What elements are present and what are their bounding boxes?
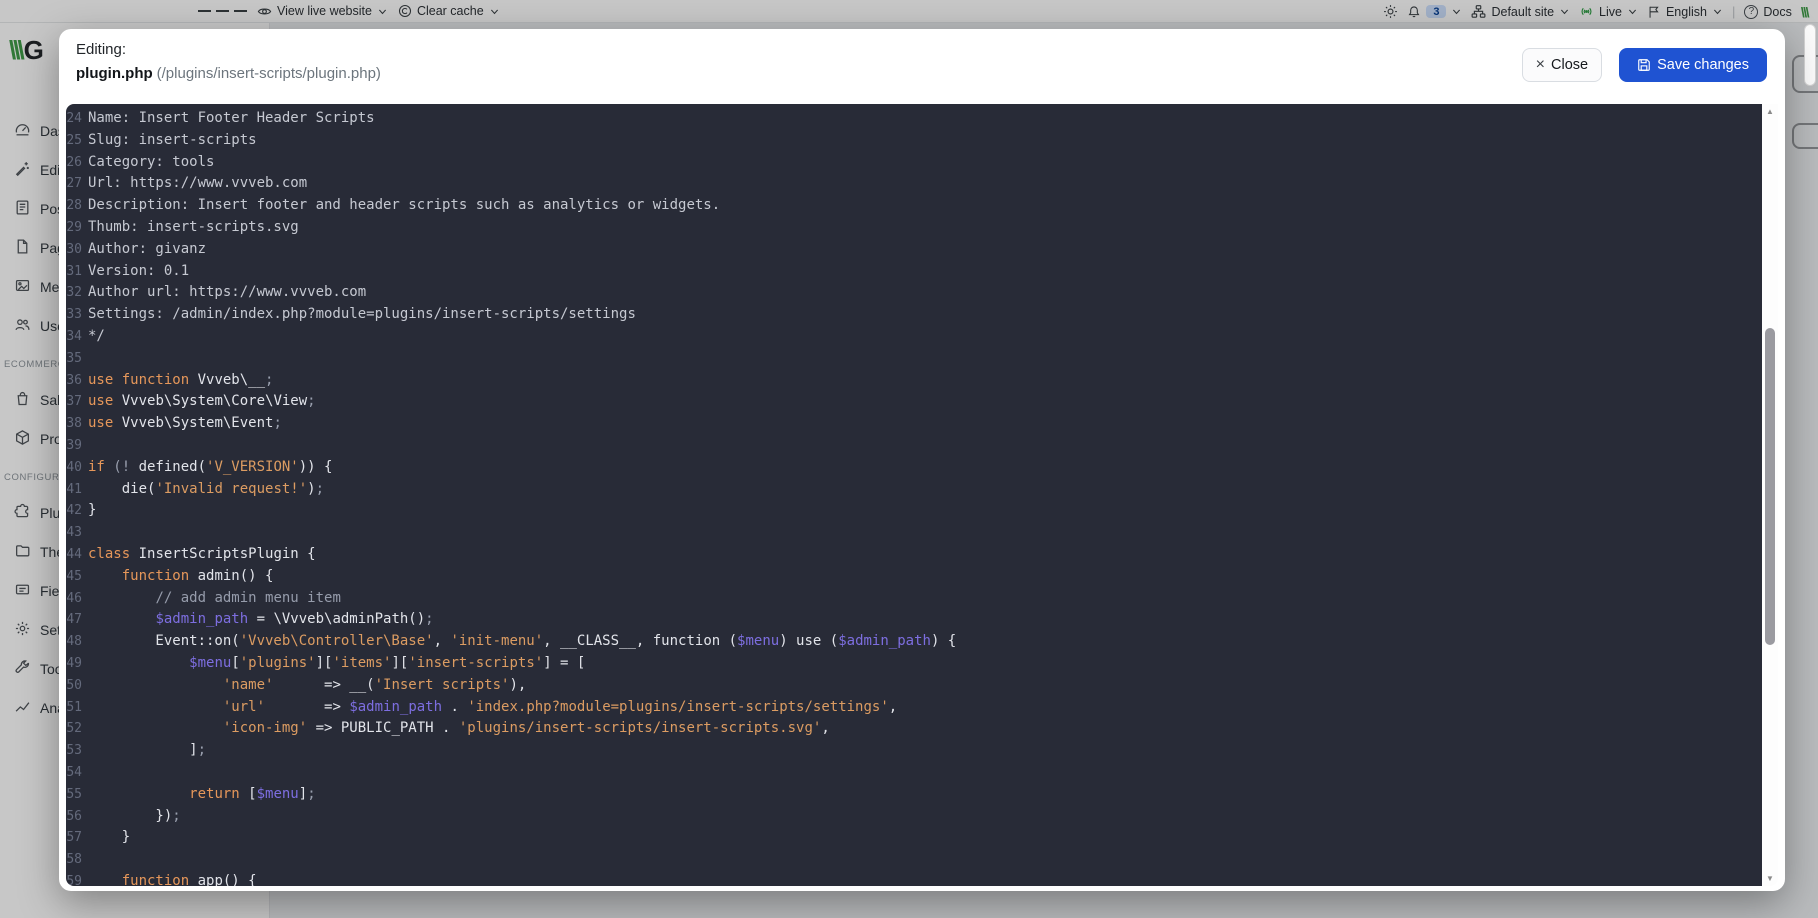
line-number: 48: [66, 632, 82, 653]
line-number: 50: [66, 676, 82, 697]
code-line: 24Name: Insert Footer Header Scripts: [66, 108, 1762, 130]
code-line: 38use Vvveb\System\Event;: [66, 413, 1762, 435]
line-number: 40: [66, 458, 82, 479]
line-number: 36: [66, 371, 82, 392]
admin-page: View live website Clear cache 3 Default …: [0, 0, 1818, 918]
modal-header: Editing: plugin.php(/plugins/insert-scri…: [59, 29, 1785, 104]
code-editor: 24Name: Insert Footer Header Scripts25Sl…: [66, 104, 1778, 886]
code-area[interactable]: 24Name: Insert Footer Header Scripts25Sl…: [66, 104, 1762, 886]
line-number: 41: [66, 480, 82, 501]
code-line: 39: [66, 435, 1762, 457]
code-line: 37use Vvveb\System\Core\View;: [66, 391, 1762, 413]
code-line: 55 return [$menu];: [66, 784, 1762, 806]
line-number: 31: [66, 262, 82, 283]
line-number: 29: [66, 218, 82, 239]
page-scrollbar-thumb[interactable]: [1804, 24, 1816, 86]
code-line: 51 'url' => $admin_path . 'index.php?mod…: [66, 697, 1762, 719]
line-number: 43: [66, 523, 82, 544]
code-line: 33Settings: /admin/index.php?module=plug…: [66, 304, 1762, 326]
line-number: 32: [66, 283, 82, 304]
line-number: 57: [66, 828, 82, 849]
scroll-up-icon[interactable]: ▲: [1762, 107, 1778, 116]
code-line: 45 function admin() {: [66, 566, 1762, 588]
line-number: 52: [66, 719, 82, 740]
line-number: 34: [66, 327, 82, 348]
line-number: 49: [66, 654, 82, 675]
code-line: 32Author url: https://www.vvveb.com: [66, 282, 1762, 304]
file-name: plugin.php: [76, 65, 153, 82]
save-icon: [1637, 58, 1651, 72]
save-changes-button[interactable]: Save changes: [1619, 48, 1767, 82]
line-number: 26: [66, 153, 82, 174]
line-number: 37: [66, 392, 82, 413]
code-line: 35: [66, 348, 1762, 370]
code-line: 40if (! defined('V_VERSION')) {: [66, 457, 1762, 479]
code-line: 30Author: givanz: [66, 239, 1762, 261]
line-number: 38: [66, 414, 82, 435]
line-number: 44: [66, 545, 82, 566]
line-number: 27: [66, 174, 82, 195]
code-line: 46 // add admin menu item: [66, 588, 1762, 610]
code-line: 56 });: [66, 806, 1762, 828]
line-number: 51: [66, 698, 82, 719]
line-number: 56: [66, 807, 82, 828]
line-number: 55: [66, 785, 82, 806]
code-line: 47 $admin_path = \Vvveb\adminPath();: [66, 609, 1762, 631]
line-number: 28: [66, 196, 82, 217]
line-number: 39: [66, 436, 82, 457]
scroll-down-icon[interactable]: ▼: [1762, 874, 1778, 883]
editing-label: Editing:: [76, 41, 1769, 58]
line-number: 45: [66, 567, 82, 588]
line-number: 25: [66, 131, 82, 152]
code-line: 48 Event::on('Vvveb\Controller\Base', 'i…: [66, 631, 1762, 653]
code-line: 28Description: Insert footer and header …: [66, 195, 1762, 217]
line-number: 47: [66, 610, 82, 631]
code-line: 36use function Vvveb\__;: [66, 370, 1762, 392]
code-line: 50 'name' => __('Insert scripts'),: [66, 675, 1762, 697]
file-path: (/plugins/insert-scripts/plugin.php): [157, 65, 381, 82]
line-number: 59: [66, 872, 82, 886]
code-line: 54: [66, 762, 1762, 784]
line-number: 53: [66, 741, 82, 762]
line-number: 46: [66, 589, 82, 610]
editor-scrollbar[interactable]: ▲ ▼: [1762, 104, 1778, 886]
line-number: 30: [66, 240, 82, 261]
line-number: 33: [66, 305, 82, 326]
line-number: 24: [66, 109, 82, 130]
code-line: 42}: [66, 500, 1762, 522]
edit-file-modal: Editing: plugin.php(/plugins/insert-scri…: [59, 29, 1785, 891]
code-line: 44class InsertScriptsPlugin {: [66, 544, 1762, 566]
line-number: 54: [66, 763, 82, 784]
close-icon: ×: [1536, 56, 1545, 74]
code-line: 52 'icon-img' => PUBLIC_PATH . 'plugins/…: [66, 718, 1762, 740]
code-line: 53 ];: [66, 740, 1762, 762]
code-line: 29Thumb: insert-scripts.svg: [66, 217, 1762, 239]
code-line: 58: [66, 849, 1762, 871]
close-button[interactable]: × Close: [1522, 48, 1602, 82]
code-line: 26Category: tools: [66, 152, 1762, 174]
code-line: 43: [66, 522, 1762, 544]
code-line: 57 }: [66, 827, 1762, 849]
line-number: 58: [66, 850, 82, 871]
code-line: 49 $menu['plugins']['items']['insert-scr…: [66, 653, 1762, 675]
code-line: 31Version: 0.1: [66, 261, 1762, 283]
line-number: 35: [66, 349, 82, 370]
code-line: 27Url: https://www.vvveb.com: [66, 173, 1762, 195]
editor-scrollbar-thumb[interactable]: [1765, 328, 1775, 645]
code-line: 41 die('Invalid request!');: [66, 479, 1762, 501]
code-line: 25Slug: insert-scripts: [66, 130, 1762, 152]
code-line: 59 function app() {: [66, 871, 1762, 886]
code-line: 34*/: [66, 326, 1762, 348]
line-number: 42: [66, 501, 82, 522]
